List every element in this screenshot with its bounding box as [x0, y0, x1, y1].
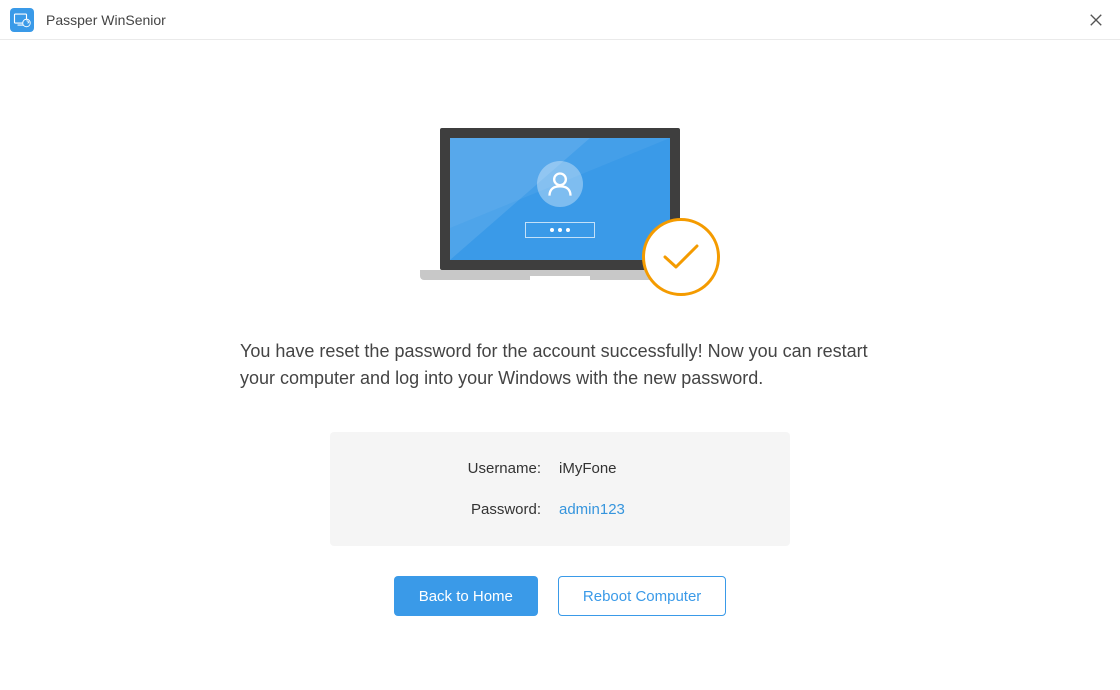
titlebar: Passper WinSenior [0, 0, 1120, 40]
user-avatar-icon [537, 161, 583, 207]
app-icon [10, 8, 34, 32]
password-row: Password: admin123 [350, 501, 770, 518]
main-content: You have reset the password for the acco… [0, 40, 1120, 616]
success-illustration [420, 128, 700, 292]
username-label: Username: [441, 460, 541, 477]
button-row: Back to Home Reboot Computer [394, 576, 727, 616]
reboot-computer-button[interactable]: Reboot Computer [558, 576, 726, 616]
back-to-home-button[interactable]: Back to Home [394, 576, 538, 616]
close-button[interactable] [1086, 10, 1106, 30]
password-field-icon [525, 222, 595, 238]
username-row: Username: iMyFone [350, 460, 770, 477]
close-icon [1089, 13, 1103, 27]
username-value: iMyFone [559, 460, 679, 477]
credentials-panel: Username: iMyFone Password: admin123 [330, 432, 790, 546]
success-check-icon [642, 218, 720, 296]
success-message: You have reset the password for the acco… [240, 338, 880, 392]
app-title: Passper WinSenior [46, 12, 166, 28]
password-label: Password: [441, 501, 541, 518]
password-value: admin123 [559, 501, 679, 518]
